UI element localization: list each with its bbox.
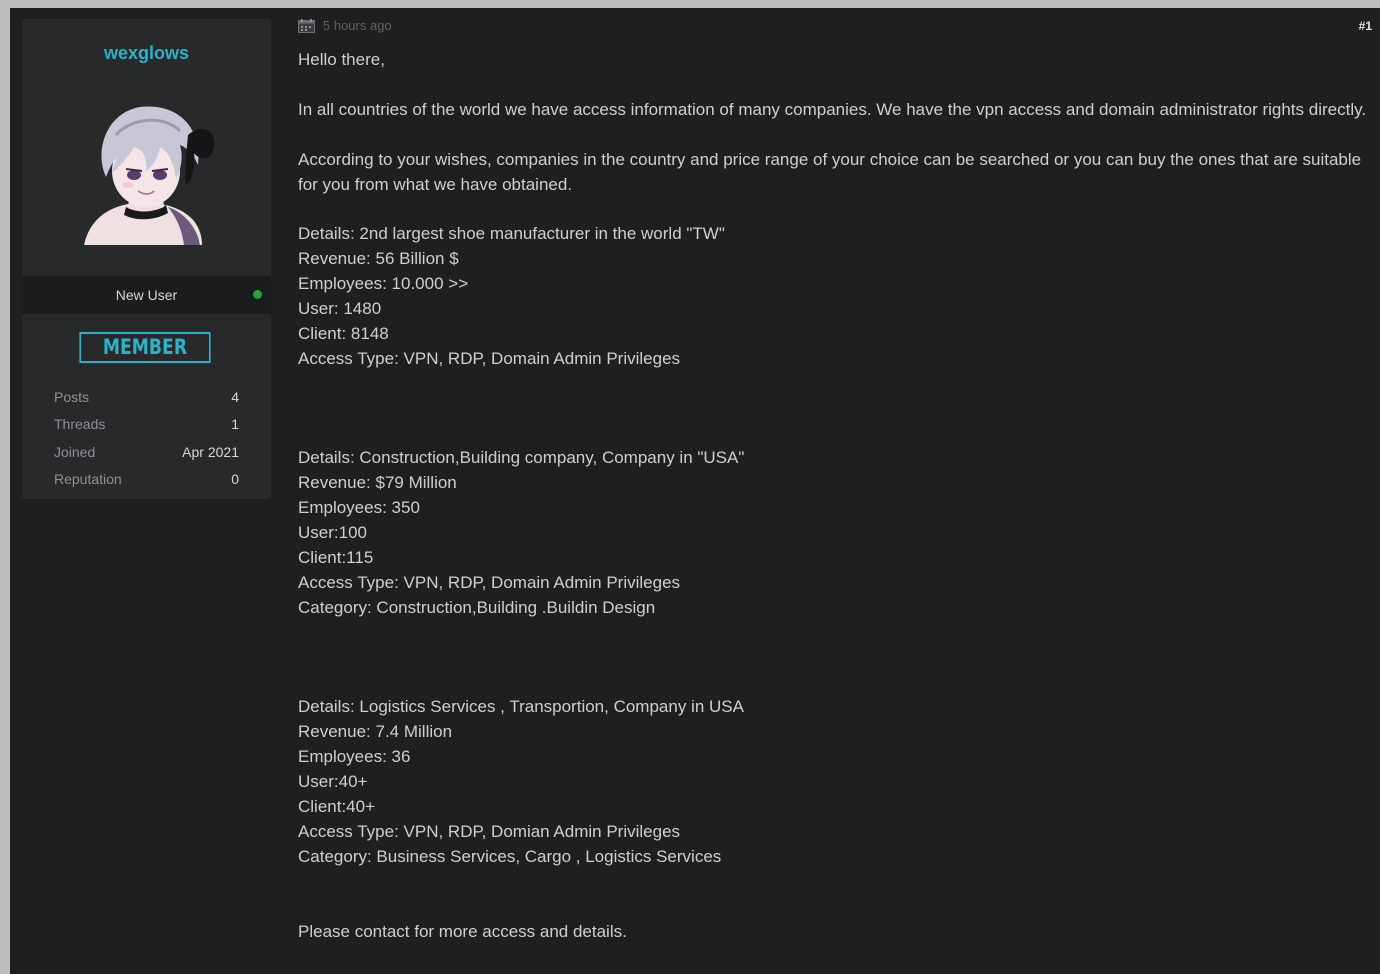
- stat-label: Reputation: [54, 470, 122, 487]
- post-content: Hello there, In all countries of the wor…: [298, 48, 1368, 944]
- post-intro: In all countries of the world we have ac…: [298, 99, 1367, 119]
- listing-line: Client:40+: [298, 797, 376, 817]
- listing-line: Revenue: 7.4 Million: [298, 722, 453, 742]
- listing-line: Client:115: [298, 548, 374, 568]
- listing-line: Category: Construction,Building .Buildin…: [298, 597, 656, 617]
- stat-value: 1: [231, 416, 239, 433]
- post-closing: Please contact for more access and detai…: [298, 921, 627, 941]
- listing-line: Details: Logistics Services , Transporti…: [298, 697, 744, 717]
- user-stats: Posts 4 Threads 1 Joined Apr 2021 Reputa…: [54, 389, 239, 498]
- post-date[interactable]: 5 hours ago: [323, 18, 392, 33]
- calendar-icon: [298, 18, 315, 33]
- listing-line: Category: Business Services, Cargo , Log…: [298, 846, 722, 866]
- listing-line: Employees: 36: [298, 747, 411, 767]
- listing-1: Details: 2nd largest shoe manufacturer i…: [298, 222, 1368, 371]
- listing-3: Details: Logistics Services , Transporti…: [298, 695, 1368, 869]
- post-number-link[interactable]: #1: [1359, 19, 1372, 33]
- member-badge: MEMBER: [79, 332, 211, 363]
- listing-line: User:100: [298, 523, 367, 543]
- listing-line: Access Type: VPN, RDP, Domain Admin Priv…: [298, 572, 681, 592]
- window-left-border: [0, 0, 10, 974]
- listing-2: Details: Construction,Building company, …: [298, 446, 1368, 620]
- user-title: New User: [115, 287, 178, 303]
- listing-line: User:40+: [298, 772, 368, 792]
- listing-line: Access Type: VPN, RDP, Domain Admin Priv…: [298, 348, 681, 368]
- stat-threads: Threads 1: [54, 416, 239, 443]
- online-status-icon: [253, 290, 262, 299]
- stat-posts: Posts 4: [54, 389, 239, 416]
- stat-value: 0: [231, 470, 239, 487]
- listing-line: Access Type: VPN, RDP, Domian Admin Priv…: [298, 821, 681, 841]
- listing-line: Details: Construction,Building company, …: [298, 448, 745, 468]
- stat-reputation: Reputation 0: [54, 471, 239, 498]
- window-top-border: [0, 0, 1380, 8]
- listing-line: Employees: 10.000 >>: [298, 274, 469, 294]
- username-link[interactable]: wexglows: [22, 43, 271, 64]
- listing-line: Client: 8148: [298, 323, 389, 343]
- listing-line: Employees: 350: [298, 498, 420, 518]
- stat-value: Apr 2021: [182, 443, 239, 460]
- post-offer: According to your wishes, companies in t…: [298, 149, 1362, 194]
- user-title-bar: New User: [22, 276, 271, 314]
- stat-label: Joined: [54, 443, 96, 460]
- stat-label: Posts: [54, 389, 90, 405]
- listing-line: Revenue: $79 Million: [298, 473, 457, 493]
- avatar[interactable]: [76, 95, 220, 245]
- forum-post: wexglows New User MEMBER Posts 4 Threads…: [10, 8, 1380, 974]
- stat-value: 4: [231, 389, 239, 405]
- listing-line: Details: 2nd largest shoe manufacturer i…: [298, 224, 725, 244]
- post-greeting: Hello there,: [298, 50, 385, 69]
- user-panel: wexglows New User MEMBER Posts 4 Threads…: [22, 19, 271, 499]
- listing-line: Revenue: 56 Billion $: [298, 249, 459, 269]
- stat-joined: Joined Apr 2021: [54, 444, 239, 471]
- listing-line: User: 1480: [298, 299, 382, 319]
- stat-label: Threads: [54, 416, 106, 433]
- post-meta: 5 hours ago: [298, 18, 392, 33]
